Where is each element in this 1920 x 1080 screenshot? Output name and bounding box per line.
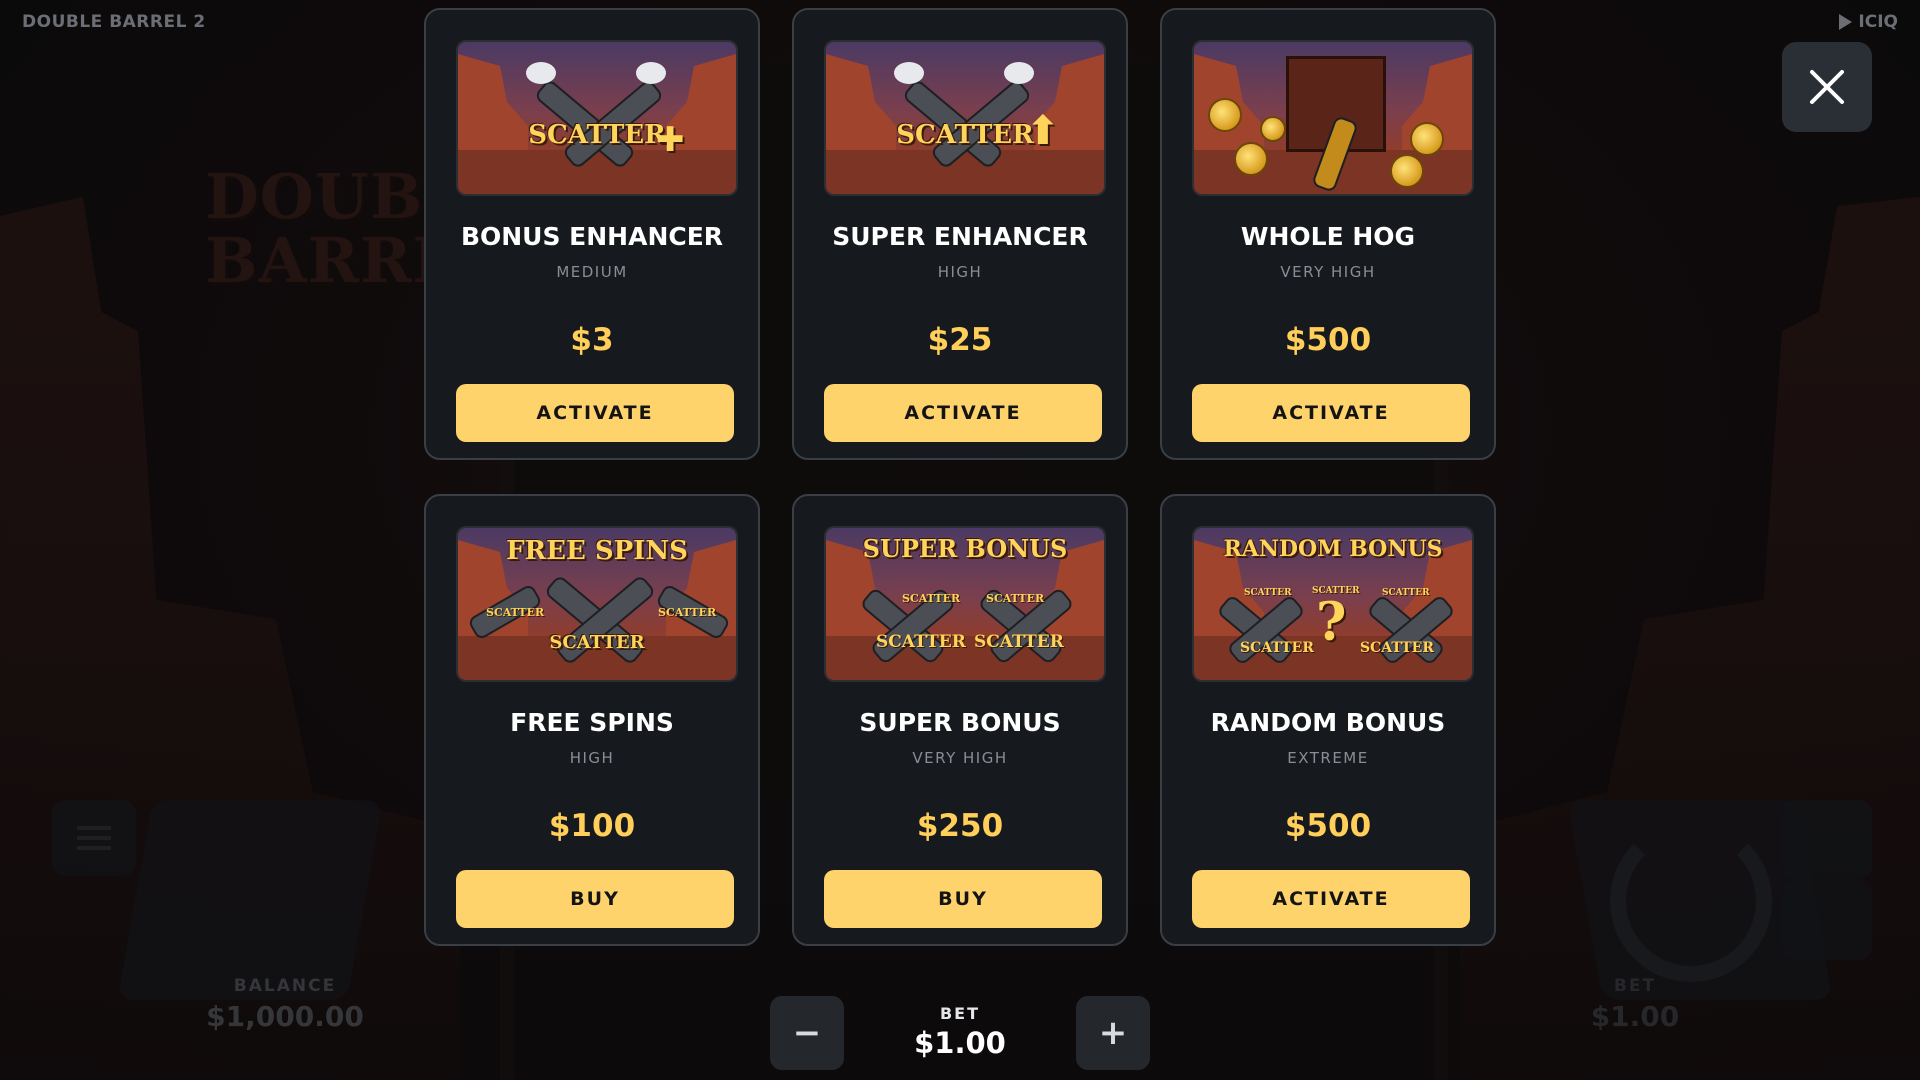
coin-icon — [1208, 98, 1242, 132]
feature-volatility: MEDIUM — [556, 263, 628, 281]
super-enhancer-art: SCATTER ⬆ — [824, 40, 1106, 196]
feature-title: WHOLE HOG — [1240, 222, 1416, 251]
feature-volatility: HIGH — [569, 749, 615, 767]
scatter-label-small: SCATTER — [986, 592, 1045, 605]
art-heading: SUPER BONUS — [862, 534, 1068, 563]
feature-title: SUPER ENHANCER — [832, 222, 1088, 251]
buy-button[interactable]: BUY — [824, 870, 1102, 928]
free-spins-art: FREE SPINS SCATTER SCATTER SCATTER — [456, 526, 738, 682]
activate-button[interactable]: ACTIVATE — [456, 384, 734, 442]
activate-button[interactable]: ACTIVATE — [1192, 384, 1470, 442]
feature-title: FREE SPINS — [510, 708, 674, 737]
scatter-label-small: SCATTER — [902, 592, 961, 605]
scatter-label-left: SCATTER — [1240, 640, 1314, 656]
brand-name: ICIQ — [1858, 12, 1898, 32]
scatter-label-right: SCATTER — [974, 632, 1064, 652]
feature-price: $25 — [927, 322, 993, 358]
feature-card-whole-hog: WHOLE HOG VERY HIGH $500 ACTIVATE — [1160, 8, 1496, 460]
feature-price: $500 — [1284, 322, 1372, 358]
super-bonus-art: SUPER BONUS SCATTER SCATTER SCATTER SCAT… — [824, 526, 1106, 682]
feature-title: RANDOM BONUS — [1210, 708, 1446, 737]
bet-decrease-button[interactable]: − — [770, 996, 844, 1070]
feature-price: $250 — [916, 808, 1004, 844]
scatter-label-left: SCATTER — [486, 606, 545, 619]
feature-title: BONUS ENHANCER — [460, 222, 724, 251]
feature-volatility: HIGH — [937, 263, 983, 281]
art-heading: FREE SPINS — [506, 536, 688, 566]
scatter-label-small: SCATTER — [1382, 588, 1430, 598]
bet-value: $1.00 — [914, 1026, 1006, 1060]
feature-card-super-enhancer: SCATTER ⬆ SUPER ENHANCER HIGH $25 ACTIVA… — [792, 8, 1128, 460]
game-title: DOUBLE BARREL 2 — [22, 12, 206, 32]
feature-volatility: VERY HIGH — [912, 749, 1008, 767]
coin-icon — [1410, 122, 1444, 156]
feature-title: SUPER BONUS — [859, 708, 1061, 737]
feature-price: $100 — [548, 808, 636, 844]
buy-button[interactable]: BUY — [456, 870, 734, 928]
bet-increase-button[interactable]: + — [1076, 996, 1150, 1070]
art-heading: RANDOM BONUS — [1223, 536, 1443, 562]
close-icon — [1810, 70, 1844, 104]
coin-icon — [1234, 142, 1268, 176]
bet-label: BET — [939, 1004, 981, 1023]
scatter-label-right: SCATTER — [1360, 640, 1434, 656]
feature-card-random-bonus: RANDOM BONUS SCATTER SCATTER SCATTER SCA… — [1160, 494, 1496, 946]
question-mark-icon: ? — [1316, 592, 1347, 653]
scatter-label: SCATTER — [896, 120, 1034, 150]
activate-button[interactable]: ACTIVATE — [824, 384, 1102, 442]
arrow-up-icon: ⬆ — [1026, 108, 1060, 154]
plus-icon: ✚ — [656, 120, 685, 160]
feature-price: $500 — [1284, 808, 1372, 844]
scatter-label-right: SCATTER — [658, 606, 717, 619]
coin-icon — [1260, 116, 1286, 142]
game-stage: DOUBL BARRE BALANCE $1,000.00 BET $1.00 … — [0, 0, 1920, 1080]
feature-card-free-spins: FREE SPINS SCATTER SCATTER SCATTER FREE … — [424, 494, 760, 946]
close-button[interactable] — [1782, 42, 1872, 132]
scatter-label-small: SCATTER — [1244, 588, 1292, 598]
bonus-enhancer-art: SCATTER ✚ — [456, 40, 738, 196]
feature-card-super-bonus: SUPER BONUS SCATTER SCATTER SCATTER SCAT… — [792, 494, 1128, 946]
activate-button[interactable]: ACTIVATE — [1192, 870, 1470, 928]
whole-hog-art — [1192, 40, 1474, 196]
scatter-label-left: SCATTER — [876, 632, 966, 652]
feature-volatility: VERY HIGH — [1280, 263, 1376, 281]
feature-price: $3 — [570, 322, 614, 358]
feature-card-bonus-enhancer: SCATTER ✚ BONUS ENHANCER MEDIUM $3 ACTIV… — [424, 8, 760, 460]
play-icon — [1839, 14, 1853, 30]
brand-logo: ICIQ — [1839, 12, 1898, 32]
scatter-label: SCATTER — [549, 632, 645, 653]
random-bonus-art: RANDOM BONUS SCATTER SCATTER SCATTER SCA… — [1192, 526, 1474, 682]
feature-volatility: EXTREME — [1287, 749, 1369, 767]
scatter-label: SCATTER — [528, 120, 666, 150]
coin-icon — [1390, 154, 1424, 188]
